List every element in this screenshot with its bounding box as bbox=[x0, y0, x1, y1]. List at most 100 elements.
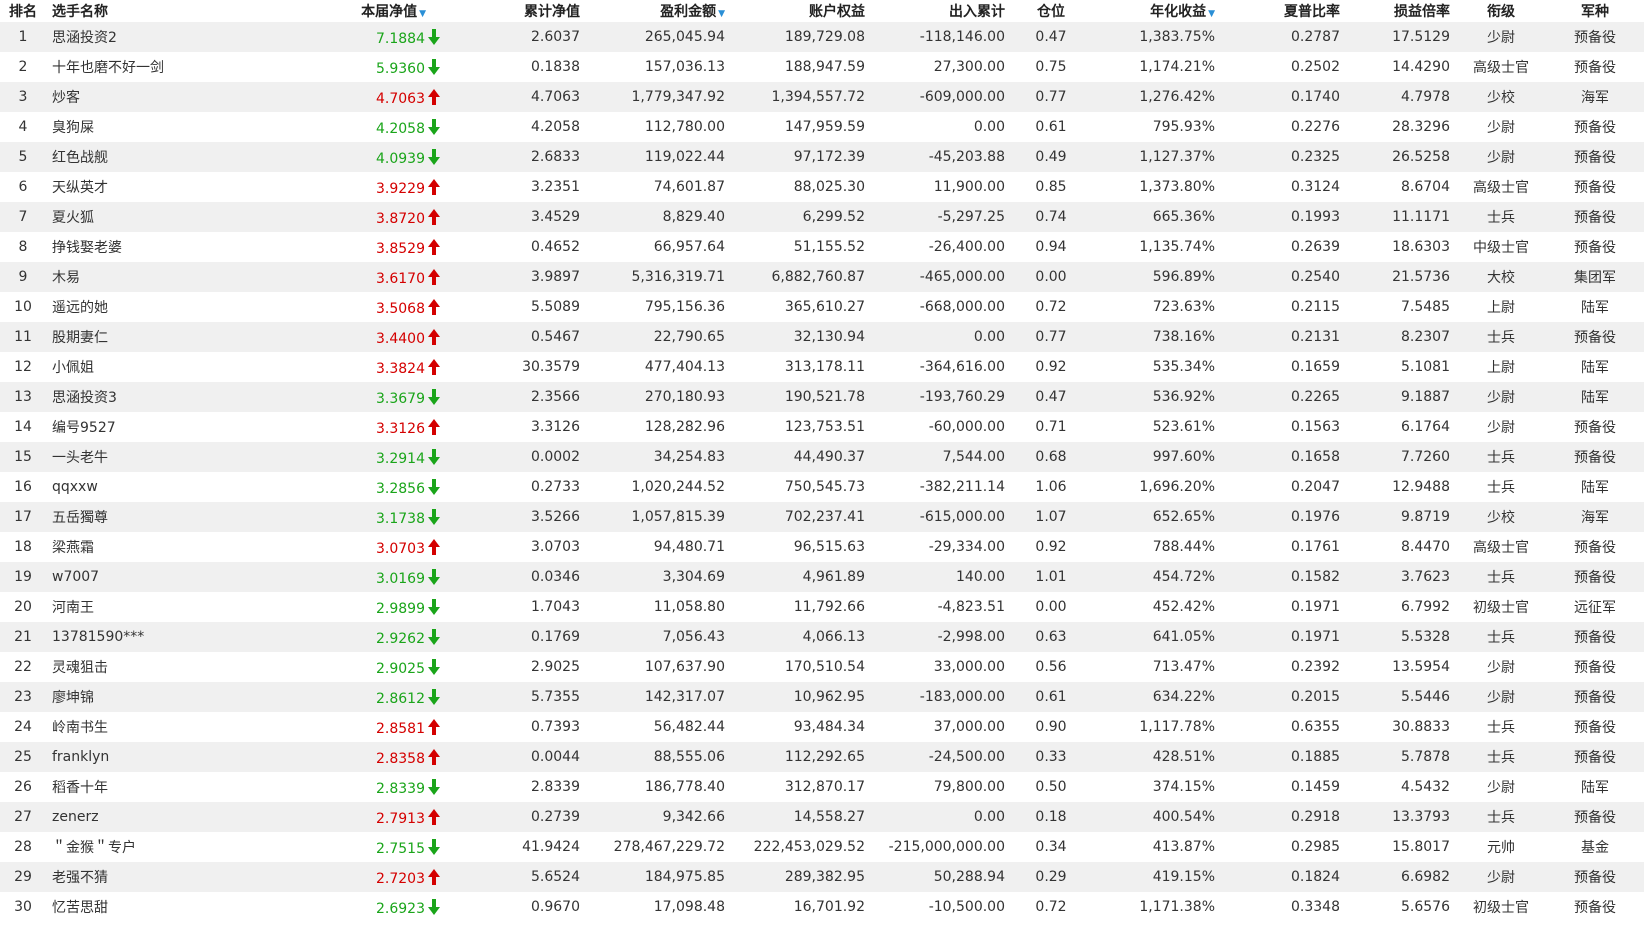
table-row[interactable]: 15 一头老牛 3.2914 0.0002 34,254.83 44,490.37 7,54… bbox=[0, 442, 1644, 472]
player-name[interactable]: 夏火狐 bbox=[46, 202, 276, 232]
player-name[interactable]: franklyn bbox=[46, 742, 276, 772]
table-row[interactable]: 25 franklyn 2.8358 0.0044 88,555.06 112,292.6… bbox=[0, 742, 1644, 772]
header-flow[interactable]: 出入累计 bbox=[871, 0, 1011, 22]
player-name[interactable]: w7007 bbox=[46, 562, 276, 592]
sort-desc-icon[interactable]: ▼ bbox=[419, 9, 426, 19]
table-row[interactable]: 27 zenerz 2.7913 0.2739 9,342.66 14,558.27 0.0… bbox=[0, 802, 1644, 832]
table-row[interactable]: 30 忆苦思甜 2.6923 0.9670 17,098.48 16,701.92 -10,… bbox=[0, 892, 1644, 922]
player-name[interactable]: 忆苦思甜 bbox=[46, 892, 276, 922]
table-row[interactable]: 21 13781590*** 2.9262 0.1769 7,056.43 4,066.1… bbox=[0, 622, 1644, 652]
title-cell: 中级士官 bbox=[1473, 240, 1529, 256]
annual-cell: 413.87% bbox=[1152, 839, 1215, 855]
header-profit[interactable]: 盈利金额 ▼ bbox=[586, 0, 731, 22]
table-row[interactable]: 18 梁燕霜 3.0703 3.0703 94,480.71 96,515.63 -29,3… bbox=[0, 532, 1644, 562]
title-cell: 初级士官 bbox=[1473, 900, 1529, 916]
table-row[interactable]: 23 廖坤锦 2.8612 5.7355 142,317.07 10,962.95 -183… bbox=[0, 682, 1644, 712]
table-row[interactable]: 19 w7007 3.0169 0.0346 3,304.69 4,961.89 140.0… bbox=[0, 562, 1644, 592]
table-row[interactable]: 4 臭狗屎 4.2058 4.2058 112,780.00 147,959.59 0.00… bbox=[0, 112, 1644, 142]
rank-cell: 18 bbox=[14, 539, 32, 555]
player-name[interactable]: 编号9527 bbox=[46, 412, 276, 442]
table-row[interactable]: 28 ＂金猴＂专户 2.7515 41.9424 278,467,229.72 222,4… bbox=[0, 832, 1644, 862]
header-title[interactable]: 衔级 bbox=[1456, 0, 1546, 22]
player-name[interactable]: 13781590*** bbox=[46, 622, 276, 652]
player-name[interactable]: 稻香十年 bbox=[46, 772, 276, 802]
sharpe-cell: 0.1459 bbox=[1291, 779, 1340, 795]
table-row[interactable]: 2 十年也磨不好一剑 5.9360 0.1838 157,036.13 188,947.5… bbox=[0, 52, 1644, 82]
annual-cell: 634.22% bbox=[1152, 689, 1215, 705]
header-cum-nav[interactable]: 累计净值 bbox=[456, 0, 586, 22]
flow-cell: 11,900.00 bbox=[933, 179, 1005, 195]
position-cell: 0.56 bbox=[1035, 659, 1067, 675]
position-cell: 1.07 bbox=[1035, 509, 1067, 525]
table-row[interactable]: 13 思涵投资3 3.3679 2.3566 270,180.93 190,521.78 -… bbox=[0, 382, 1644, 412]
header-row: 排名 选手名称 本届净值 ▼ 累计净值 盈利金额 ▼ 账户权益 出入累计 仓位 年化… bbox=[0, 0, 1644, 22]
title-cell: 高级士官 bbox=[1473, 540, 1529, 556]
corps-cell: 预备役 bbox=[1574, 450, 1616, 466]
table-row[interactable]: 29 老强不猜 2.7203 5.6524 184,975.85 289,382.95 50… bbox=[0, 862, 1644, 892]
player-name[interactable]: 梁燕霜 bbox=[46, 532, 276, 562]
header-sharpe[interactable]: 夏普比率 bbox=[1221, 0, 1346, 22]
header-equity[interactable]: 账户权益 bbox=[731, 0, 871, 22]
player-name[interactable]: 廖坤锦 bbox=[46, 682, 276, 712]
player-name[interactable]: ＂金猴＂专户 bbox=[46, 832, 276, 862]
header-rank[interactable]: 排名 bbox=[0, 0, 46, 22]
rank-cell: 22 bbox=[14, 659, 32, 675]
header-pl-ratio[interactable]: 损益倍率 bbox=[1346, 0, 1456, 22]
table-row[interactable]: 3 炒客 4.7063 4.7063 1,779,347.92 1,394,557.72 -… bbox=[0, 82, 1644, 112]
table-row[interactable]: 22 灵魂狙击 2.9025 2.9025 107,637.90 170,510.54 33… bbox=[0, 652, 1644, 682]
table-row[interactable]: 24 岭南书生 2.8581 0.7393 56,482.44 93,484.34 37,0… bbox=[0, 712, 1644, 742]
position-cell: 0.90 bbox=[1035, 719, 1067, 735]
player-name[interactable]: 岭南书生 bbox=[46, 712, 276, 742]
player-name[interactable]: 一头老牛 bbox=[46, 442, 276, 472]
player-name[interactable]: qqxxw bbox=[46, 472, 276, 502]
player-name[interactable]: 五岳獨尊 bbox=[46, 502, 276, 532]
player-name[interactable]: 红色战舰 bbox=[46, 142, 276, 172]
player-name[interactable]: 思涵投资2 bbox=[46, 22, 276, 52]
table-row[interactable]: 5 红色战舰 4.0939 2.6833 119,022.44 97,172.39 -45,… bbox=[0, 142, 1644, 172]
table-row[interactable]: 7 夏火狐 3.8720 3.4529 8,829.40 6,299.52 -5,297.2… bbox=[0, 202, 1644, 232]
table-row[interactable]: 17 五岳獨尊 3.1738 3.5266 1,057,815.39 702,237.41… bbox=[0, 502, 1644, 532]
player-name[interactable]: zenerz bbox=[46, 802, 276, 832]
header-annual[interactable]: 年化收益 ▼ bbox=[1091, 0, 1221, 22]
sort-desc-icon[interactable]: ▼ bbox=[1208, 9, 1215, 19]
header-name[interactable]: 选手名称 bbox=[46, 0, 276, 22]
equity-cell: 702,237.41 bbox=[784, 509, 865, 525]
table-row[interactable]: 10 遥远的她 3.5068 5.5089 795,156.36 365,610.27 -6… bbox=[0, 292, 1644, 322]
player-name[interactable]: 挣钱娶老婆 bbox=[46, 232, 276, 262]
player-name[interactable]: 木易 bbox=[46, 262, 276, 292]
table-row[interactable]: 11 股期妻仁 3.4400 0.5467 22,790.65 32,130.94 0.00… bbox=[0, 322, 1644, 352]
player-name[interactable]: 河南王 bbox=[46, 592, 276, 622]
table-row[interactable]: 20 河南王 2.9899 1.7043 11,058.80 11,792.66 -4,82… bbox=[0, 592, 1644, 622]
player-name[interactable]: 炒客 bbox=[46, 82, 276, 112]
player-name[interactable]: 十年也磨不好一剑 bbox=[46, 52, 276, 82]
table-row[interactable]: 14 编号9527 3.3126 3.3126 128,282.96 123,753.51… bbox=[0, 412, 1644, 442]
table-row[interactable]: 16 qqxxw 3.2856 0.2733 1,020,244.52 750,545.7… bbox=[0, 472, 1644, 502]
flow-cell: -60,000.00 bbox=[928, 419, 1005, 435]
sort-desc-icon[interactable]: ▼ bbox=[718, 9, 725, 19]
player-name[interactable]: 臭狗屎 bbox=[46, 112, 276, 142]
annual-cell: 723.63% bbox=[1152, 299, 1215, 315]
cum-nav-cell: 0.0002 bbox=[531, 449, 580, 465]
table-row[interactable]: 6 天纵英才 3.9229 3.2351 74,601.87 88,025.30 11,90… bbox=[0, 172, 1644, 202]
player-name[interactable]: 天纵英才 bbox=[46, 172, 276, 202]
player-name[interactable]: 思涵投资3 bbox=[46, 382, 276, 412]
table-row[interactable]: 12 小佩姐 3.3824 30.3579 477,404.13 313,178.11 -3… bbox=[0, 352, 1644, 382]
table-row[interactable]: 9 木易 3.6170 3.9897 5,316,319.71 6,882,760.87 -… bbox=[0, 262, 1644, 292]
player-name[interactable]: 老强不猜 bbox=[46, 862, 276, 892]
player-name[interactable]: 股期妻仁 bbox=[46, 322, 276, 352]
table-row[interactable]: 26 稻香十年 2.8339 2.8339 186,778.40 312,870.17 79… bbox=[0, 772, 1644, 802]
cum-nav-cell: 4.7063 bbox=[531, 89, 580, 105]
header-position[interactable]: 仓位 bbox=[1011, 0, 1091, 22]
header-corps[interactable]: 军种 bbox=[1546, 0, 1644, 22]
arrow-down-icon bbox=[426, 28, 442, 46]
player-name[interactable]: 遥远的她 bbox=[46, 292, 276, 322]
player-name[interactable]: 灵魂狙击 bbox=[46, 652, 276, 682]
nav-value: 2.7515 bbox=[376, 840, 425, 857]
table-row[interactable]: 8 挣钱娶老婆 3.8529 0.4652 66,957.64 51,155.52 -26,… bbox=[0, 232, 1644, 262]
player-name[interactable]: 小佩姐 bbox=[46, 352, 276, 382]
equity-cell: 97,172.39 bbox=[793, 149, 865, 165]
annual-cell: 1,171.38% bbox=[1139, 899, 1215, 915]
table-row[interactable]: 1 思涵投资2 7.1884 2.6037 265,045.94 189,729.08 -1… bbox=[0, 22, 1644, 52]
header-nav[interactable]: 本届净值 ▼ bbox=[276, 0, 456, 22]
annual-cell: 788.44% bbox=[1152, 539, 1215, 555]
